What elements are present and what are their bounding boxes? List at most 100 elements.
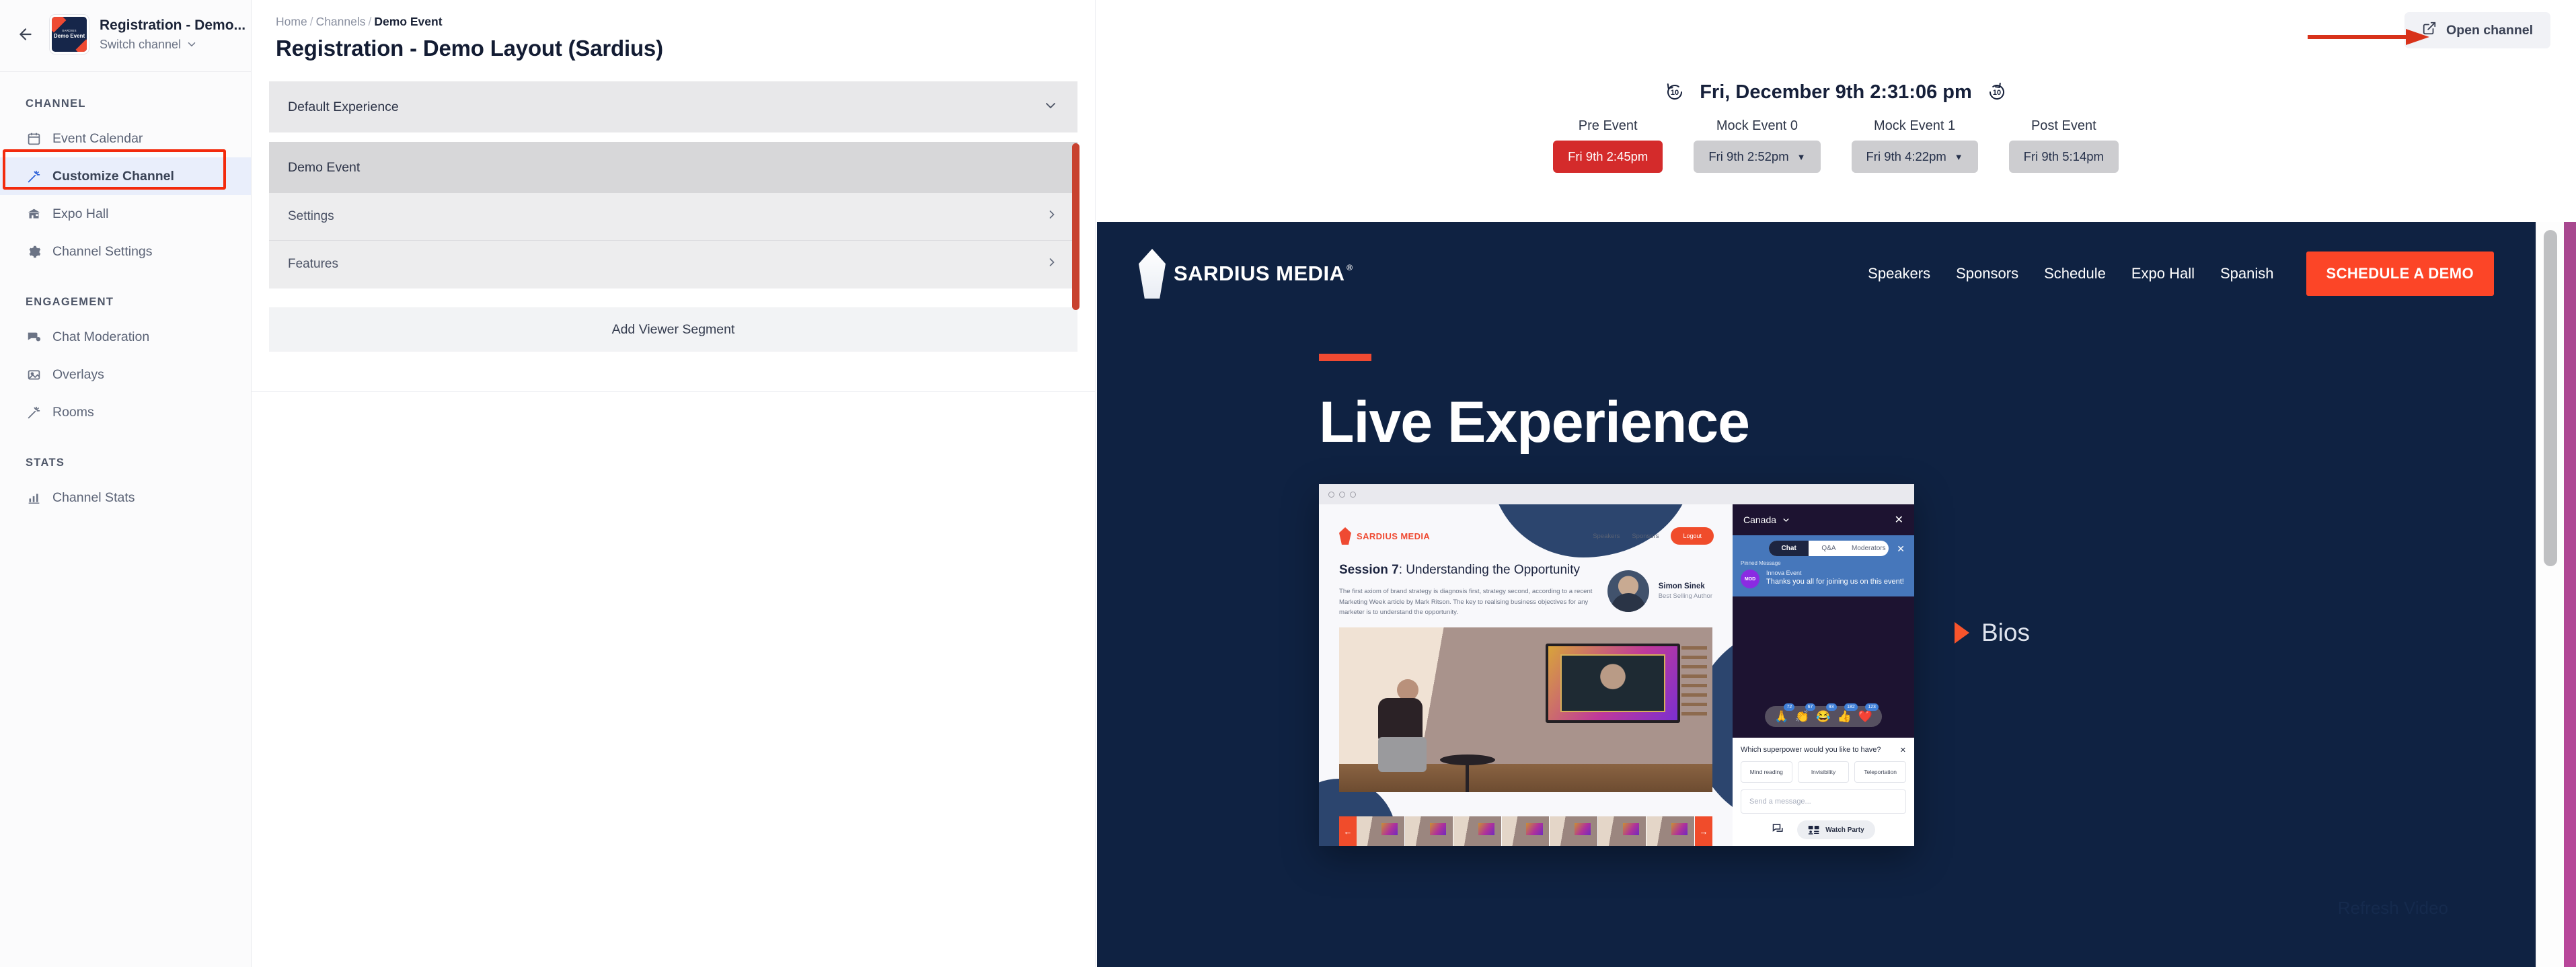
bios-marker[interactable]: Bios <box>1955 619 2030 647</box>
mockup-filmstrip: ← → <box>1339 816 1712 846</box>
rewind-10-icon[interactable]: 10 <box>1663 81 1686 104</box>
mockup-nav-sponsors[interactable]: Sponsors <box>1632 533 1659 540</box>
nav-link-expo-hall[interactable]: Expo Hall <box>2131 265 2195 282</box>
experience-select[interactable]: Default Experience <box>269 81 1077 132</box>
segment-row-features[interactable]: Features <box>269 240 1077 287</box>
clock-datetime: Fri, December 9th 2:31:06 pm <box>1700 81 1972 103</box>
poll-question: Which superpower would you like to have? <box>1741 746 1881 754</box>
caret-down-icon: ▼ <box>1796 151 1806 162</box>
stage-label: Mock Event 0 <box>1716 118 1798 133</box>
nav-link-speakers[interactable]: Speakers <box>1868 265 1930 282</box>
poll-option-teleportation[interactable]: Teleportation <box>1854 761 1907 783</box>
sidebar-section-channel: CHANNEL <box>26 98 86 110</box>
chat-tabs-close-icon[interactable]: ✕ <box>1897 543 1905 555</box>
poll-close-icon[interactable]: ✕ <box>1900 746 1906 755</box>
sidebar: SARDIUS Demo Event Registration - Demo..… <box>0 0 252 967</box>
forward-10-icon[interactable]: 10 <box>1985 81 2008 104</box>
stage-time: Fri 9th 4:22pm <box>1866 149 1946 163</box>
sidebar-item-channel-settings[interactable]: Channel Settings <box>0 233 251 270</box>
stage-time-button[interactable]: Fri 9th 4:22pm ▼ <box>1851 141 1978 173</box>
mockup-nav-links: Speakers Sponsors Logout <box>1593 527 1714 545</box>
mockup-nav-speakers[interactable]: Speakers <box>1593 533 1620 540</box>
chat-country-select[interactable]: Canada <box>1743 514 1790 525</box>
breadcrumb-channels[interactable]: Channels <box>316 15 366 28</box>
segment-scrollbar[interactable] <box>1072 143 1079 310</box>
preview-scrollbar-track[interactable] <box>2536 222 2564 967</box>
preview-logo: SARDIUS MEDIA ® <box>1139 249 1353 299</box>
filmstrip-thumb[interactable] <box>1646 816 1696 846</box>
chevron-down-icon <box>1043 98 1059 117</box>
sidebar-item-expo-hall[interactable]: Expo Hall <box>0 195 251 233</box>
preview-nav-links: Speakers Sponsors Schedule Expo Hall Spa… <box>1868 252 2494 296</box>
experience-select-value: Default Experience <box>288 99 399 114</box>
chat-tabs-bar: Chat Q&A Moderators ✕ <box>1733 535 1914 556</box>
preview-scrollbar-thumb[interactable] <box>2544 230 2557 566</box>
sidebar-item-customize-channel[interactable]: Customize Channel <box>0 157 251 195</box>
mockup-speaker: Simon Sinek Best Selling Author <box>1607 562 1712 618</box>
calendar-icon <box>26 130 42 147</box>
poll-option-mind-reading[interactable]: Mind reading <box>1741 761 1792 783</box>
nav-link-spanish[interactable]: Spanish <box>2220 265 2274 282</box>
stage-time-button[interactable]: Fri 9th 2:45pm <box>1553 141 1663 173</box>
tab-moderators[interactable]: Moderators <box>1849 541 1889 556</box>
filmstrip-thumb[interactable] <box>1501 816 1550 846</box>
chat-close-icon[interactable]: ✕ <box>1895 513 1903 527</box>
breadcrumb-home[interactable]: Home <box>276 15 307 28</box>
mockup-navbar: SARDIUS MEDIA Speakers Sponsors Logout <box>1319 504 1733 545</box>
filmstrip-thumb[interactable] <box>1598 816 1647 846</box>
chat-bubble-icon[interactable] <box>1772 822 1785 839</box>
breadcrumb-separator: / <box>368 15 372 28</box>
brand-registered-mark: ® <box>1347 263 1353 272</box>
sidebar-section-stats: STATS <box>26 457 65 469</box>
channel-name: Registration - Demo... <box>100 17 246 34</box>
page-title: Registration - Demo Layout (Sardius) <box>276 36 663 61</box>
reaction-thumbsup[interactable]: 👍 182 <box>1838 703 1858 722</box>
sidebar-item-chat-moderation[interactable]: Chat Moderation <box>0 318 251 356</box>
filmstrip-next-icon[interactable]: → <box>1695 816 1712 846</box>
sidebar-item-overlays[interactable]: Overlays <box>0 356 251 393</box>
nav-link-sponsors[interactable]: Sponsors <box>1956 265 2018 282</box>
sidebar-item-label: Expo Hall <box>52 206 109 221</box>
filmstrip-prev-icon[interactable]: ← <box>1339 816 1357 846</box>
expo-hall-icon <box>26 206 42 222</box>
sidebar-item-label: Chat Moderation <box>52 329 150 344</box>
breadcrumb-separator: / <box>309 15 313 28</box>
svg-text:10: 10 <box>1671 89 1679 97</box>
magic-wand-icon <box>26 168 42 184</box>
wall-slats <box>1681 646 1707 720</box>
preview-canvas: SARDIUS MEDIA ® Speakers Sponsors Schedul… <box>1097 222 2536 967</box>
stage-time-button[interactable]: Fri 9th 2:52pm ▼ <box>1694 141 1821 173</box>
stage-post-event: Post Event Fri 9th 5:14pm <box>2008 118 2119 173</box>
switch-channel-button[interactable]: Switch channel <box>100 38 239 52</box>
filmstrip-thumb[interactable] <box>1404 816 1453 846</box>
filmstrip-thumb[interactable] <box>1357 816 1405 846</box>
schedule-a-demo-button[interactable]: SCHEDULE A DEMO <box>2306 252 2494 296</box>
filmstrip-thumb[interactable] <box>1453 816 1502 846</box>
reaction-pray[interactable]: 🙏 72 <box>1774 703 1795 722</box>
mockup-logout-button[interactable]: Logout <box>1671 527 1714 545</box>
segment-row-settings[interactable]: Settings <box>269 193 1077 240</box>
chat-message-input[interactable]: Send a message... <box>1741 789 1906 814</box>
add-viewer-segment-button[interactable]: Add Viewer Segment <box>269 307 1077 352</box>
stage-pre-event: Pre Event Fri 9th 2:45pm <box>1553 118 1663 173</box>
sidebar-item-channel-stats[interactable]: Channel Stats <box>0 479 251 516</box>
filmstrip-thumb[interactable] <box>1550 816 1599 846</box>
sidebar-item-event-calendar[interactable]: Event Calendar <box>0 120 251 157</box>
tab-chat[interactable]: Chat <box>1769 541 1809 556</box>
speaker-name: Simon Sinek <box>1658 582 1705 591</box>
poll-option-invisibility[interactable]: Invisibility <box>1797 761 1850 783</box>
watch-party-button[interactable]: Watch Party <box>1797 820 1875 839</box>
chat-footer: Watch Party <box>1741 820 1906 839</box>
refresh-video-button[interactable]: Refresh Video <box>2338 898 2448 919</box>
segment-header-demo-event[interactable]: Demo Event <box>269 142 1077 193</box>
reaction-heart[interactable]: ❤️ 123 <box>1858 703 1879 722</box>
stage-label: Pre Event <box>1578 118 1638 133</box>
stage-time-button[interactable]: Fri 9th 5:14pm <box>2008 141 2119 173</box>
tab-qa[interactable]: Q&A <box>1809 541 1848 556</box>
reaction-laugh[interactable]: 😂 93 <box>1816 703 1837 722</box>
reaction-clap[interactable]: 👏 67 <box>1795 703 1816 722</box>
session-rest: : Understanding the Opportunity <box>1398 563 1581 577</box>
sidebar-item-rooms[interactable]: Rooms <box>0 393 251 431</box>
back-arrow-icon[interactable] <box>12 21 39 48</box>
nav-link-schedule[interactable]: Schedule <box>2044 265 2106 282</box>
